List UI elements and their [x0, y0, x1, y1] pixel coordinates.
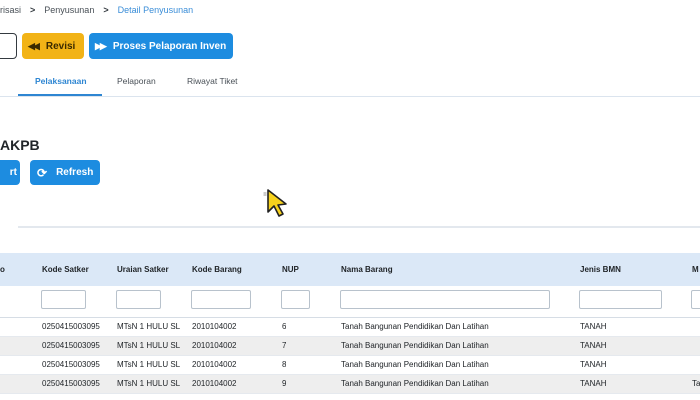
- section-divider: [18, 226, 700, 228]
- cell-kode-barang: 2010104002: [192, 379, 237, 388]
- rewind-icon: ◀◀: [28, 40, 40, 51]
- export-button[interactable]: rt: [0, 160, 20, 185]
- proses-label: Proses Pelaporan Inven: [112, 40, 227, 52]
- cell-kode-satker: 0250415003095: [42, 341, 100, 350]
- filter-input-jenis-bmn[interactable]: [579, 290, 662, 309]
- cell-jenis-bmn: TANAH: [580, 379, 607, 388]
- filter-input-kode-satker[interactable]: [41, 290, 86, 309]
- refresh-icon: ⟳: [37, 165, 48, 180]
- export-label: rt: [9, 167, 17, 178]
- cell-uraian-satker: MTsN 1 HULU SL: [117, 360, 181, 369]
- cell-nup: 8: [282, 360, 287, 369]
- tab-riwayat-tiket[interactable]: Riwayat Tiket: [187, 76, 238, 86]
- tab-pelaporan[interactable]: Pelaporan: [117, 76, 156, 86]
- cell-kode-barang: 2010104002: [192, 360, 237, 369]
- table-row[interactable]: 0250415003095 MTsN 1 HULU SL 2010104002 7 Ta…: [0, 337, 700, 356]
- cell-kode-satker: 0250415003095: [42, 322, 100, 331]
- fast-forward-icon: ▶▶: [95, 40, 107, 51]
- cell-nup: 6: [282, 322, 287, 331]
- filter-input-partial[interactable]: [691, 290, 700, 309]
- active-tab-indicator: [18, 94, 102, 96]
- cell-nup: 9: [282, 379, 287, 388]
- tab-bar: Pelaksanaan Pelaporan Riwayat Tiket: [0, 67, 700, 97]
- revisi-button[interactable]: ◀◀ Revisi: [22, 33, 84, 59]
- section-title: AKPB: [0, 137, 40, 153]
- cell-kode-barang: 2010104002: [192, 322, 237, 331]
- column-header-nama-barang[interactable]: Nama Barang: [341, 265, 393, 274]
- tab-pelaksanaan[interactable]: Pelaksanaan: [35, 76, 87, 86]
- refresh-button[interactable]: ⟳ Refresh: [30, 160, 100, 185]
- cell-kode-barang: 2010104002: [192, 341, 237, 350]
- cell-nama-barang: Tanah Bangunan Pendidikan Dan Latihan: [341, 322, 489, 331]
- table-header: o Kode Satker Uraian Satker Kode Barang …: [0, 253, 700, 286]
- column-header-kode-satker[interactable]: Kode Satker: [42, 265, 89, 274]
- cell-uraian-satker: MTsN 1 HULU SL: [117, 341, 181, 350]
- cell-nama-barang: Tanah Bangunan Pendidikan Dan Latihan: [341, 341, 489, 350]
- filter-input-kode-barang[interactable]: [191, 290, 251, 309]
- table-row[interactable]: 0250415003095 MTsN 1 HULU SL 2010104002 6 Ta…: [0, 318, 700, 337]
- column-header-nup[interactable]: NUP: [282, 265, 299, 274]
- cell-jenis-bmn: TANAH: [580, 341, 607, 350]
- breadcrumb-item-current: Detail Penyusunan: [117, 5, 194, 15]
- column-header-kode-barang[interactable]: Kode Barang: [192, 265, 242, 274]
- cell-uraian-satker: MTsN 1 HULU SL: [117, 379, 181, 388]
- filter-input-nama-barang[interactable]: [340, 290, 550, 309]
- revisi-label: Revisi: [45, 40, 76, 52]
- cell-jenis-bmn: TANAH: [580, 360, 607, 369]
- cell-kode-satker: 0250415003095: [42, 360, 100, 369]
- mouse-cursor-icon: [263, 189, 287, 217]
- breadcrumb-item-sosialisasi[interactable]: risasi: [0, 5, 21, 15]
- cell-nup: 7: [282, 341, 287, 350]
- breadcrumb-item-penyusunan[interactable]: Penyusunan: [44, 5, 94, 15]
- proses-pelaporan-button[interactable]: ▶▶ Proses Pelaporan Inven: [89, 33, 233, 59]
- cell-nama-barang: Tanah Bangunan Pendidikan Dan Latihan: [341, 379, 489, 388]
- table-row[interactable]: 0250415003095 MTsN 1 HULU SL 2010104002 8 Ta…: [0, 356, 700, 375]
- column-header-partial[interactable]: M: [692, 265, 699, 274]
- back-button[interactable]: [0, 33, 17, 59]
- cell-partial: Ta: [692, 379, 700, 388]
- column-header-uraian-satker[interactable]: Uraian Satker: [117, 265, 169, 274]
- cell-nama-barang: Tanah Bangunan Pendidikan Dan Latihan: [341, 360, 489, 369]
- column-header-edge: o: [0, 265, 5, 274]
- cell-kode-satker: 0250415003095: [42, 379, 100, 388]
- cell-uraian-satker: MTsN 1 HULU SL: [117, 322, 181, 331]
- refresh-label: Refresh: [56, 167, 94, 178]
- breadcrumb-separator: >: [103, 5, 109, 15]
- cell-jenis-bmn: TANAH: [580, 322, 607, 331]
- filter-input-uraian-satker[interactable]: [116, 290, 161, 309]
- column-header-jenis-bmn[interactable]: Jenis BMN: [580, 265, 621, 274]
- filter-input-nup[interactable]: [281, 290, 310, 309]
- table-row[interactable]: 0250415003095 MTsN 1 HULU SL 2010104002 9 Ta…: [0, 375, 700, 394]
- breadcrumb-separator: >: [30, 5, 36, 15]
- breadcrumb: risasi > Penyusunan > Detail Penyusunan: [0, 3, 193, 17]
